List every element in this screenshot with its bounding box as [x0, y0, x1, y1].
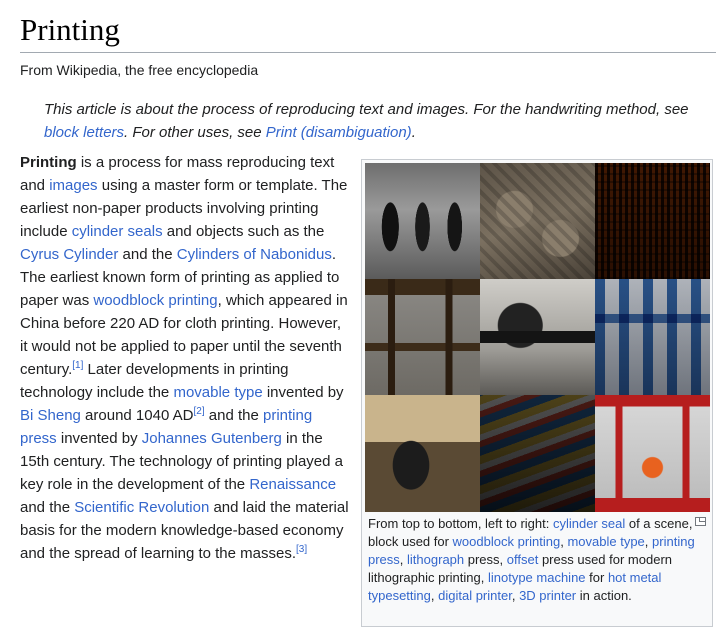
title-divider — [20, 52, 716, 53]
citation-2[interactable]: [2] — [193, 406, 204, 417]
digital-printer-photo — [480, 395, 595, 512]
lithograph-press-photo — [480, 279, 595, 395]
woodblock-photo — [480, 163, 595, 279]
caption-text: for — [585, 570, 608, 585]
link-images[interactable]: images — [49, 177, 97, 194]
hatnote: This article is about the process of rep… — [44, 98, 714, 144]
link-bi-sheng[interactable]: Bi Sheng — [20, 407, 81, 424]
link-scientific-revolution[interactable]: Scientific Revolution — [74, 499, 209, 516]
link-renaissance[interactable]: Renaissance — [249, 476, 336, 493]
link-movable-type[interactable]: movable type — [173, 384, 262, 401]
link-digital-printer[interactable]: digital printer — [438, 588, 512, 603]
link-offset[interactable]: offset — [507, 552, 539, 567]
lead-text: and the — [20, 499, 75, 516]
caption-text: From top to bottom, left to right: — [368, 516, 553, 531]
lead-text: invented by — [56, 430, 142, 447]
link-print-disambiguation[interactable]: Print (disambiguation) — [266, 124, 412, 141]
lead-text: invented by — [262, 384, 344, 401]
link-cyrus-cylinder[interactable]: Cyrus Cylinder — [20, 246, 118, 263]
link-movable-type-caption[interactable]: movable type — [567, 534, 644, 549]
lead-paragraph: Printing is a process for mass reproduci… — [20, 151, 350, 565]
link-3d-printer[interactable]: 3D printer — [519, 588, 576, 603]
link-block-letters[interactable]: block letters — [44, 124, 124, 141]
linotype-machine-photo — [365, 395, 480, 512]
lead-text: and the — [118, 246, 177, 263]
page-title: Printing — [20, 12, 120, 47]
caption-text: , — [644, 534, 653, 549]
caption-text: , — [511, 588, 520, 603]
caption-text: , — [399, 552, 408, 567]
lead-text: and the — [204, 407, 263, 424]
link-woodblock-printing-caption[interactable]: woodblock printing — [453, 534, 561, 549]
citation-1[interactable]: [1] — [72, 360, 83, 371]
link-cylinders-of-nabonidus[interactable]: Cylinders of Nabonidus — [177, 246, 332, 263]
printing-press-photo — [365, 279, 480, 395]
link-cylinder-seal[interactable]: cylinder seal — [553, 516, 625, 531]
caption-text: press, — [464, 552, 507, 567]
link-lithograph[interactable]: lithograph — [407, 552, 464, 567]
caption-text: in action. — [576, 588, 632, 603]
hatnote-text: . For other uses, see — [124, 124, 266, 141]
article-subject-bold: Printing — [20, 154, 77, 171]
cylinder-seal-photo — [365, 163, 480, 279]
site-tagline: From Wikipedia, the free encyclopedia — [20, 62, 259, 78]
lead-text: around 1040 AD — [80, 407, 194, 424]
image-infobox: From top to bottom, left to right: cylin… — [361, 159, 713, 627]
link-cylinder-seals[interactable]: cylinder seals — [72, 223, 163, 240]
printing-montage-image[interactable] — [365, 163, 710, 512]
citation-3[interactable]: [3] — [296, 544, 307, 555]
3d-printer-photo — [595, 395, 710, 512]
link-woodblock-printing[interactable]: woodblock printing — [93, 292, 217, 309]
hatnote-text: . — [411, 124, 416, 141]
movable-type-photo — [595, 163, 710, 279]
hatnote-text: This article is about the process of rep… — [44, 101, 689, 118]
link-johannes-gutenberg[interactable]: Johannes Gutenberg — [142, 430, 282, 447]
offset-press-photo — [595, 279, 710, 395]
link-linotype-machine[interactable]: linotype machine — [488, 570, 586, 585]
image-caption: From top to bottom, left to right: cylin… — [368, 515, 703, 605]
lead-text: and objects such as the — [162, 223, 325, 240]
